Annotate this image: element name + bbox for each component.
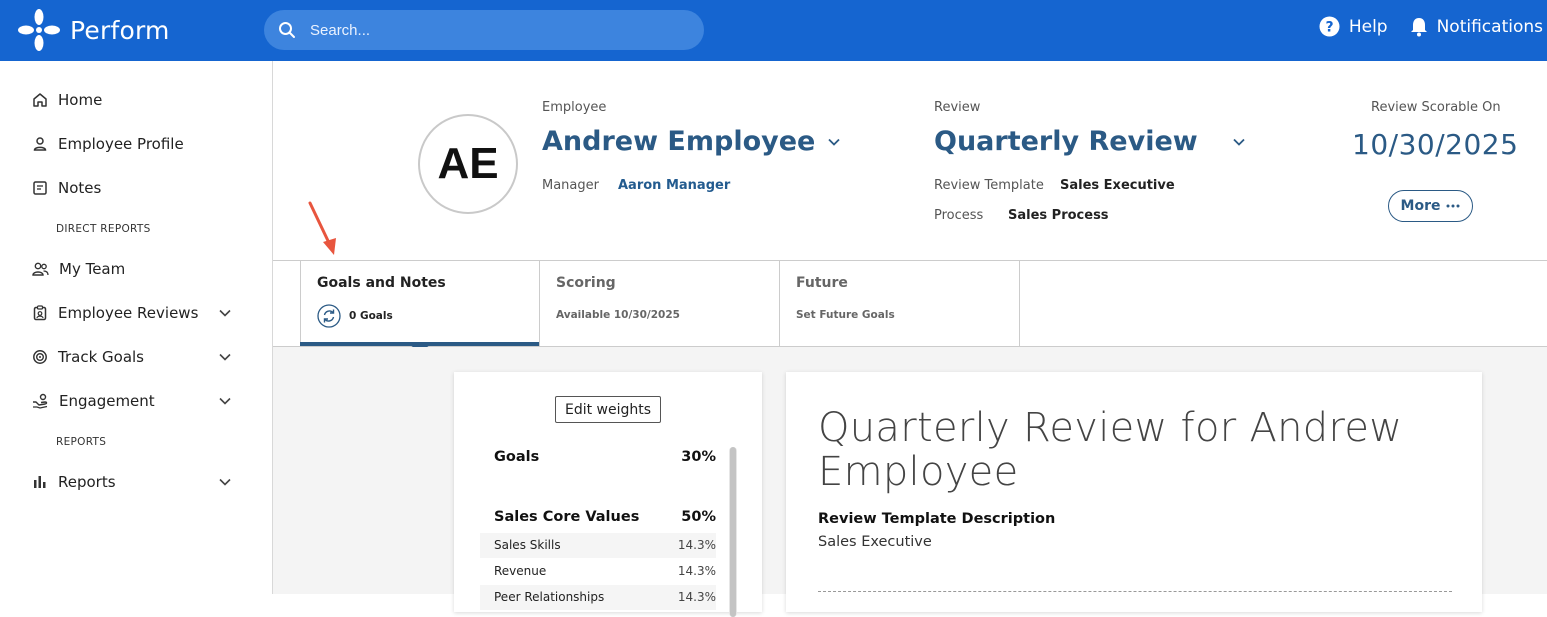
perform-logo-icon	[18, 9, 60, 51]
person-icon	[33, 137, 47, 151]
review-label: Review	[934, 100, 981, 115]
review-name: Quarterly Review	[934, 126, 1198, 157]
sidebar-item-notes[interactable]: Notes	[32, 174, 232, 202]
clipboard-icon	[33, 305, 47, 321]
weight-group-name: Goals	[494, 449, 540, 465]
chevron-down-icon	[1233, 138, 1245, 146]
home-icon	[33, 93, 47, 107]
review-title: Quarterly Review for Andrew Employee	[818, 405, 1403, 495]
help-icon: ?	[1319, 16, 1340, 37]
tab-sub-row: 0 Goals	[317, 304, 393, 328]
search-bar[interactable]	[264, 10, 704, 50]
sidebar-item-label: Employee Profile	[58, 135, 184, 153]
review-template-label: Review Template	[934, 178, 1044, 193]
sidebar-item-track-goals[interactable]: Track Goals	[32, 343, 232, 371]
process-label: Process	[934, 208, 984, 223]
weight-row-name: Revenue	[494, 564, 547, 578]
weight-row-pct: 14.3%	[677, 590, 716, 604]
sidebar-item-label: Reports	[58, 473, 116, 491]
weight-row-name: Peer Relationships	[494, 590, 605, 604]
dashed-divider	[818, 591, 1452, 592]
tab-sub: 0 Goals	[349, 310, 393, 322]
edit-weights-button[interactable]: Edit weights	[555, 396, 661, 423]
top-actions: ? Help Notifications	[1319, 16, 1543, 37]
more-button[interactable]: More	[1388, 190, 1473, 222]
tab-title: Future	[796, 275, 848, 291]
manager-link[interactable]: Aaron Manager	[618, 178, 730, 193]
tab-sub: Available 10/30/2025	[556, 309, 680, 321]
weight-row: Peer Relationships 14.3%	[480, 585, 716, 610]
weight-row-name: Sales Skills	[494, 538, 561, 552]
section-direct-reports: DIRECT REPORTS	[56, 223, 151, 235]
weight-group-pct: 30%	[681, 449, 716, 465]
sidebar-item-label: Notes	[58, 179, 102, 197]
bell-icon	[1410, 17, 1427, 36]
scorable-label: Review Scorable On	[1371, 100, 1501, 115]
engagement-icon	[33, 393, 48, 409]
app-name: Perform	[70, 15, 170, 45]
help-button[interactable]: ? Help	[1319, 16, 1388, 37]
review-template-value: Sales Executive	[1060, 178, 1175, 193]
weights-card: Edit weights Goals 30% Sales Core Values…	[454, 372, 762, 617]
sidebar-item-employee-reviews[interactable]: Employee Reviews	[32, 299, 232, 327]
review-template-description-label: Review Template Description	[818, 511, 1056, 527]
notes-icon	[33, 181, 47, 195]
tab-future[interactable]: Future Set Future Goals	[780, 261, 1020, 346]
sidebar-item-home[interactable]: Home	[32, 86, 232, 114]
employee-label: Employee	[542, 100, 607, 115]
chevron-down-icon[interactable]	[218, 394, 232, 408]
top-bar: Perform ? Help Notifications	[0, 0, 1547, 61]
employee-selector[interactable]: Andrew Employee	[542, 126, 841, 157]
svg-text:?: ?	[1325, 20, 1333, 36]
sidebar-item-engagement[interactable]: Engagement	[32, 387, 232, 415]
annotation-arrow-icon	[308, 201, 336, 255]
scorable-date: 10/30/2025	[1352, 128, 1519, 161]
chevron-down-icon	[828, 138, 840, 146]
app-logo[interactable]: Perform	[16, 6, 170, 54]
chevron-down-icon[interactable]	[218, 306, 232, 320]
tab-title: Goals and Notes	[317, 275, 446, 291]
avatar: AE	[418, 114, 518, 214]
ellipsis-icon	[1446, 204, 1460, 208]
chevron-down-icon[interactable]	[218, 475, 232, 489]
chevron-down-icon[interactable]	[218, 350, 232, 364]
review-summary-card: Quarterly Review for Andrew Employee Rev…	[786, 372, 1482, 612]
review-selector[interactable]: Quarterly Review	[934, 126, 1246, 157]
target-icon	[33, 350, 47, 364]
process-value: Sales Process	[1008, 208, 1109, 223]
weight-row-pct: 14.3%	[677, 564, 716, 578]
search-icon	[279, 22, 295, 38]
weight-group-name: Sales Core Values	[494, 509, 640, 525]
weight-group-pct: 50%	[681, 509, 716, 525]
section-reports: REPORTS	[56, 436, 107, 448]
tab-goals-and-notes[interactable]: Goals and Notes 0 Goals	[300, 261, 540, 346]
sidebar-item-label: My Team	[59, 260, 126, 278]
sidebar-item-employee-profile[interactable]: Employee Profile	[32, 130, 232, 158]
more-label: More	[1400, 198, 1441, 214]
help-label: Help	[1348, 16, 1388, 37]
tab-title: Scoring	[556, 275, 616, 291]
weight-row: Revenue 14.3%	[480, 559, 716, 584]
weights-scrollbar-thumb[interactable]	[730, 447, 736, 617]
sidebar-item-label: Engagement	[59, 392, 155, 410]
search-input[interactable]	[310, 21, 670, 39]
employee-name: Andrew Employee	[542, 126, 816, 157]
weight-row-pct: 14.3%	[677, 538, 716, 552]
notifications-label: Notifications	[1436, 16, 1543, 37]
weight-row: Sales Skills 14.3%	[480, 533, 716, 558]
sidebar: Home Employee Profile Notes DIRECT REPOR…	[0, 61, 273, 594]
sidebar-item-label: Home	[58, 91, 103, 109]
sidebar-item-label: Employee Reviews	[58, 304, 199, 322]
sidebar-item-my-team[interactable]: My Team	[32, 255, 232, 283]
team-icon	[32, 262, 49, 276]
bar-chart-icon	[34, 476, 46, 488]
refresh-icon	[317, 304, 341, 328]
tab-scoring[interactable]: Scoring Available 10/30/2025	[540, 261, 780, 346]
manager-label: Manager	[542, 178, 599, 193]
sidebar-item-reports[interactable]: Reports	[32, 468, 232, 496]
sidebar-item-label: Track Goals	[58, 348, 144, 366]
tab-sub: Set Future Goals	[796, 309, 895, 321]
notifications-button[interactable]: Notifications	[1410, 17, 1543, 37]
review-template-description-value: Sales Executive	[818, 534, 932, 550]
